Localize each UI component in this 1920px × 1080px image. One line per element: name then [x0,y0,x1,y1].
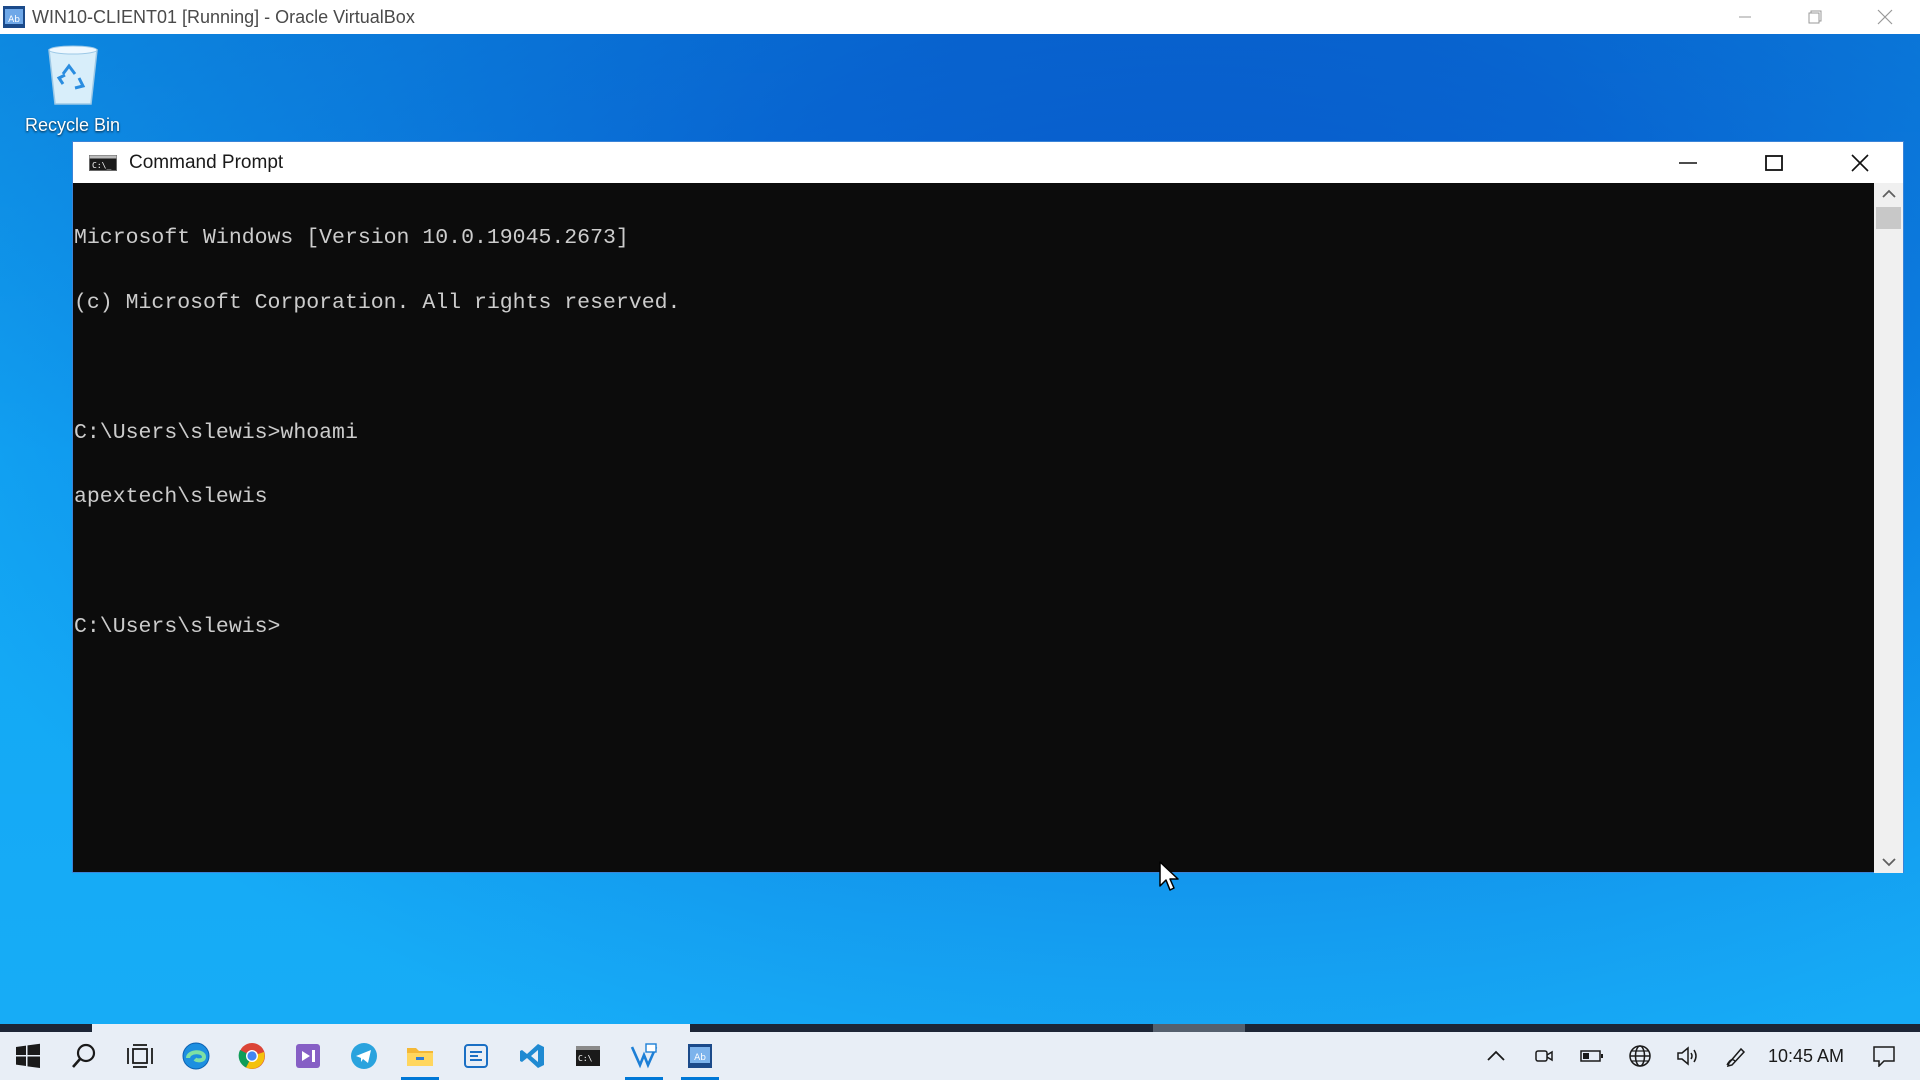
host-minimize-button[interactable] [1710,0,1780,34]
terminal-icon: C:\ [576,1046,600,1066]
app-icon [464,1044,488,1068]
host-restore-button[interactable] [1780,0,1850,34]
scroll-down-button[interactable] [1874,851,1903,873]
cmd-minimize-button[interactable] [1645,142,1731,183]
taskbar-file-explorer[interactable] [392,1032,448,1080]
visual-studio-icon [296,1044,320,1068]
desktop-icon-recycle-bin[interactable]: Recycle Bin [10,44,135,136]
cmd-maximize-button[interactable] [1731,142,1817,183]
console-line: Microsoft Windows [Version 10.0.19045.26… [74,226,629,251]
chevron-up-icon [1881,189,1896,198]
taskbar-vscode[interactable] [504,1032,560,1080]
tray-notifications[interactable] [1860,1032,1908,1080]
restore-icon [1808,10,1822,24]
chevron-up-icon [1487,1050,1505,1061]
edge-icon [182,1042,210,1070]
console-line: C:\Users\slewis>whoami [74,420,358,445]
battery-icon [1580,1050,1603,1062]
tray-show-hidden-icons[interactable] [1472,1032,1520,1080]
taskbar-task-view[interactable] [112,1032,168,1080]
meet-now-icon [1535,1050,1553,1062]
close-icon [1851,153,1869,172]
telegram-icon [351,1043,377,1069]
taskbar: C:\ Ab 10:45 AM [0,1024,1920,1080]
taskbar-virtualbox[interactable]: Ab [672,1032,728,1080]
taskbar-visual-studio[interactable] [280,1032,336,1080]
taskbar-terminal[interactable]: C:\ [560,1032,616,1080]
cmd-app-icon: C:\_ [89,154,117,171]
svg-text:C:\_: C:\_ [92,161,111,170]
search-icon [72,1043,96,1068]
svg-text:Ab: Ab [694,1053,706,1063]
minimize-icon [1739,16,1751,18]
cmd-window-title: Command Prompt [129,151,284,173]
windows-logo-icon [16,1043,40,1068]
cmd-titlebar[interactable]: C:\_ Command Prompt [73,142,1903,183]
console-line: apextech\slewis [74,485,268,510]
network-globe-icon [1629,1045,1651,1067]
svg-text:Ab: Ab [8,15,20,25]
tray-volume[interactable] [1664,1032,1712,1080]
pen-icon [1726,1047,1745,1067]
command-prompt-window[interactable]: C:\_ Command Prompt Microsoft Windows [V… [72,141,1904,873]
host-titlebar: Ab WIN10-CLIENT01 [Running] - Oracle Vir… [0,0,1920,34]
chevron-down-icon [1881,858,1896,867]
guest-desktop: Recycle Bin C:\_ Command Prompt Microsof… [0,34,1920,1080]
vs-installer-icon [630,1043,658,1069]
vscode-icon [520,1044,544,1068]
taskbar-edge[interactable] [168,1032,224,1080]
maximize-icon [1765,154,1783,171]
host-window-title: WIN10-CLIENT01 [Running] - Oracle Virtua… [32,6,415,27]
cmd-close-button[interactable] [1817,142,1903,183]
folder-icon [407,1048,433,1066]
notification-icon [1873,1046,1895,1067]
recycle-bin-icon [47,45,98,105]
svg-text:C:\: C:\ [578,1054,593,1063]
task-view-icon [127,1044,153,1068]
taskbar-start[interactable] [0,1032,56,1080]
speaker-icon [1677,1046,1697,1066]
close-icon [1877,9,1893,25]
taskbar-search[interactable] [56,1032,112,1080]
taskbar-app-grid[interactable] [448,1032,504,1080]
tray-battery[interactable] [1568,1032,1616,1080]
minimize-icon [1679,161,1697,164]
virtualbox-icon: Ab [3,6,25,28]
tray-clock[interactable]: 10:45 AM [1760,1046,1860,1067]
tray-pen[interactable] [1712,1032,1760,1080]
console-vertical-scrollbar[interactable] [1874,183,1903,873]
taskbar-chrome[interactable] [224,1032,280,1080]
taskbar-telegram[interactable] [336,1032,392,1080]
chrome-icon [238,1043,265,1069]
tray-meet-now[interactable] [1520,1032,1568,1080]
tray-network[interactable] [1616,1032,1664,1080]
taskbar-vs-installer[interactable] [616,1032,672,1080]
host-close-button[interactable] [1850,0,1920,34]
virtualbox-icon: Ab [688,1044,712,1068]
console-output[interactable]: Microsoft Windows [Version 10.0.19045.26… [73,183,1875,873]
console-line: (c) Microsoft Corporation. All rights re… [74,290,681,315]
scrollbar-thumb[interactable] [1876,207,1901,229]
console-prompt-line[interactable]: C:\Users\slewis> [74,616,1875,639]
scroll-up-button[interactable] [1874,183,1903,205]
mouse-cursor-icon [1159,861,1179,891]
desktop-icon-label: Recycle Bin [24,115,121,135]
